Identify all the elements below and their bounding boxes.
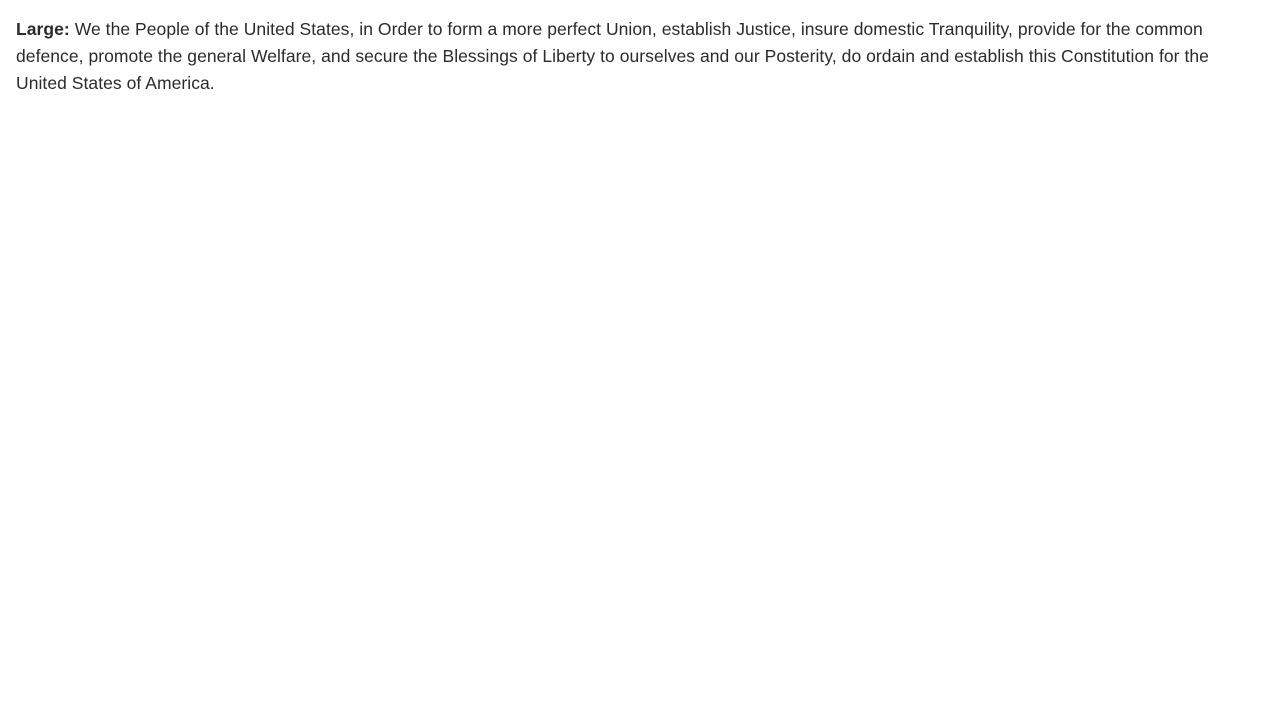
size-label: Large:	[16, 19, 70, 39]
large-text-sample: Large: We the People of the United State…	[16, 16, 1232, 97]
sample-text: We the People of the United States, in O…	[16, 19, 1209, 93]
page: Large: We the People of the United State…	[0, 0, 1280, 720]
